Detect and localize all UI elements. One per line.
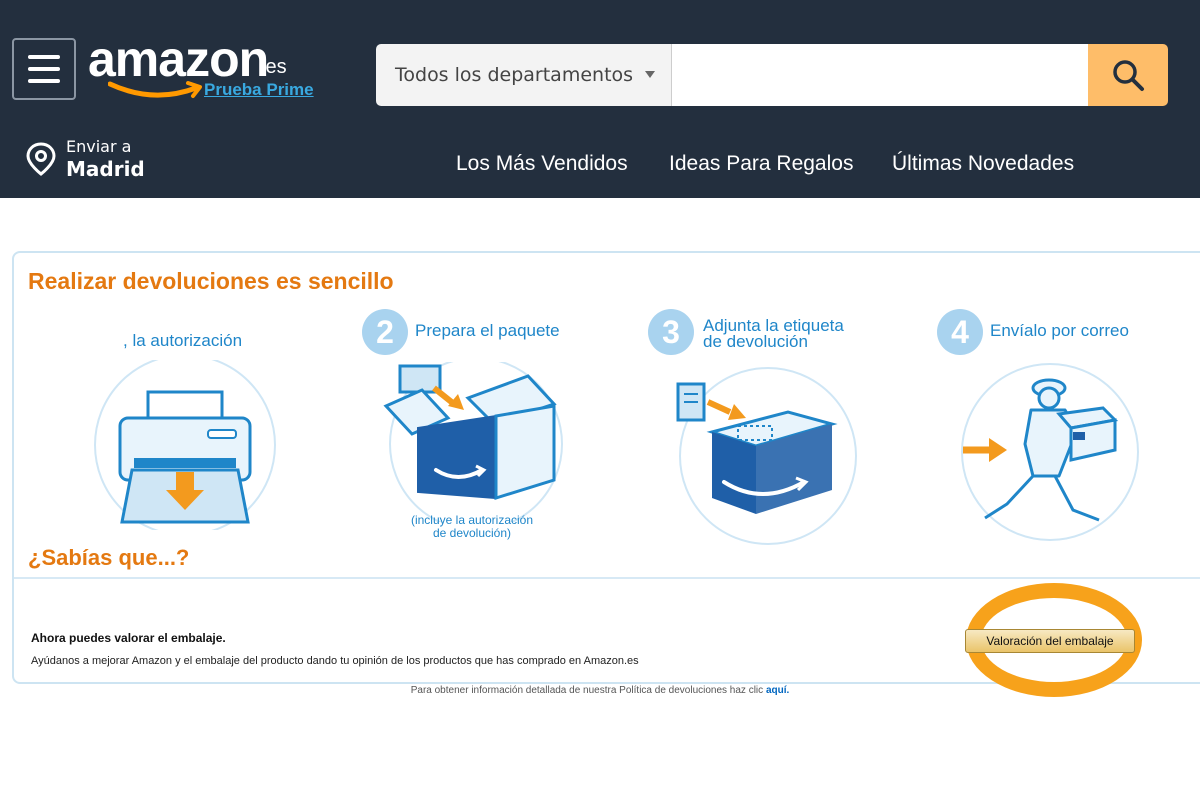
menu-bar-icon	[28, 55, 60, 59]
prime-trial-link[interactable]: Prueba Prime	[204, 80, 314, 100]
deliver-label: Enviar a	[66, 137, 132, 156]
search-bar: Todos los departamentos	[376, 44, 1168, 106]
rate-packaging-button[interactable]: Valoración del embalaje	[965, 629, 1135, 653]
policy-link[interactable]: aquí.	[766, 685, 789, 696]
step-2-note: (incluye la autorización de devolución)	[380, 514, 564, 540]
step-1-text: la autorización	[132, 331, 243, 350]
step-1-label: , la autorización	[123, 331, 243, 350]
labeled-box-illustration-icon	[676, 367, 857, 545]
step-3-label: Adjunta la etiqueta de devolución	[703, 316, 844, 351]
returns-policy-note: Para obtener información detallada de nu…	[0, 685, 1200, 696]
logo-suffix: .es	[260, 56, 287, 78]
step-3-label-line1: Adjunta la etiqueta	[703, 316, 844, 335]
deliver-to-location[interactable]: Enviar a Madrid	[26, 137, 166, 187]
nav-link-gift-ideas[interactable]: Ideas Para Regalos	[669, 152, 853, 176]
section-divider	[14, 577, 1200, 579]
step-3-label-line2: de devolución	[703, 332, 808, 351]
amazon-logo[interactable]: amazon .es Prueba Prime	[88, 31, 348, 106]
step-4-number: 4	[937, 309, 983, 355]
courier-illustration-icon	[961, 363, 1139, 541]
top-navigation-bar: amazon .es Prueba Prime Todos los depart…	[0, 0, 1200, 198]
nav-link-best-sellers[interactable]: Los Más Vendidos	[456, 152, 628, 176]
hamburger-menu-button[interactable]	[12, 38, 76, 100]
open-box-illustration-icon	[383, 362, 563, 522]
step-4-label: Envíalo por correo	[990, 321, 1129, 340]
location-pin-icon	[26, 142, 56, 176]
deliver-location: Madrid	[66, 157, 145, 181]
department-select[interactable]: Todos los departamentos	[376, 44, 672, 106]
policy-text: Para obtener información detallada de nu…	[410, 685, 764, 696]
step-3-number: 3	[648, 309, 694, 355]
packaging-description: Ayúdanos a mejorar Amazon y el embalaje …	[31, 655, 639, 667]
search-input[interactable]	[672, 44, 1088, 106]
nav-link-new-releases[interactable]: Últimas Novedades	[892, 152, 1074, 176]
step-2-note-line2: de devolución)	[432, 526, 512, 540]
step-2-number: 2	[362, 309, 408, 355]
caret-down-icon	[645, 71, 655, 78]
printer-illustration-icon	[94, 360, 276, 530]
search-button[interactable]	[1088, 44, 1168, 106]
department-label: Todos los departamentos	[395, 64, 634, 86]
step-2-label: Prepara el paquete	[415, 321, 560, 340]
did-you-know-title: ¿Sabías que...?	[28, 545, 216, 571]
packaging-heading: Ahora puedes valorar el embalaje.	[31, 631, 226, 645]
logo-smile-icon	[108, 81, 202, 98]
menu-bar-icon	[28, 79, 60, 83]
menu-bar-icon	[28, 67, 60, 71]
search-icon	[1113, 60, 1144, 91]
returns-title: Realizar devoluciones es sencillo	[28, 268, 394, 294]
